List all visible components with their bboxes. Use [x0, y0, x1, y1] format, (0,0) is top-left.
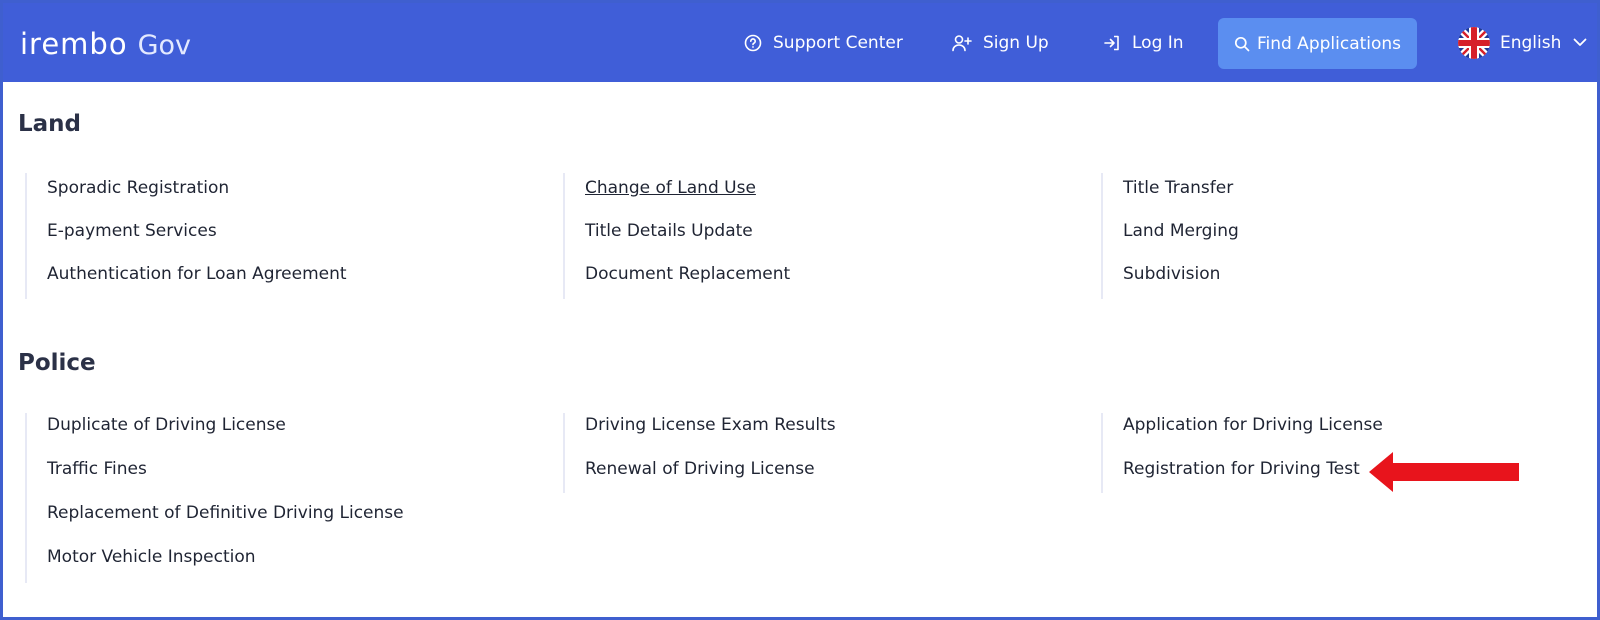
service-link[interactable]: Traffic Fines — [47, 459, 147, 479]
language-label: English — [1500, 32, 1562, 53]
service-link[interactable]: Replacement of Definitive Driving Licens… — [47, 503, 404, 523]
arrow-shape — [1369, 452, 1519, 492]
search-icon — [1234, 36, 1250, 51]
service-link[interactable]: Authentication for Loan Agreement — [47, 264, 347, 284]
find-applications-button[interactable]: Find Applications — [1218, 18, 1417, 69]
irembo-gov-logo[interactable]: irembo Gov — [20, 27, 191, 67]
uk-flag-icon — [1458, 26, 1490, 59]
chevron-down-icon — [1573, 38, 1587, 46]
find-applications-label: Find Applications — [1256, 33, 1402, 54]
land-column-1: Sporadic Registration E-payment Services… — [25, 173, 545, 299]
service-link[interactable]: Motor Vehicle Inspection — [47, 547, 256, 567]
police-column-1: Duplicate of Driving License Traffic Fin… — [25, 413, 545, 583]
service-link[interactable]: E-payment Services — [47, 221, 217, 241]
user-plus-icon — [952, 34, 972, 51]
service-link[interactable]: Title Transfer — [1123, 178, 1233, 198]
sign-up-label: Sign Up — [983, 32, 1049, 53]
log-in-link[interactable]: Log In — [1103, 3, 1184, 82]
service-link[interactable]: Driving License Exam Results — [585, 415, 836, 435]
red-arrow-annotation — [1369, 452, 1519, 492]
service-link[interactable]: Document Replacement — [585, 264, 790, 284]
service-link[interactable]: Sporadic Registration — [47, 178, 229, 198]
language-selector[interactable]: English — [1458, 3, 1587, 82]
land-column-3: Title Transfer Land Merging Subdivision — [1101, 173, 1581, 299]
section-title-land: Land — [18, 111, 82, 137]
support-center-link[interactable]: Support Center — [744, 3, 903, 82]
support-center-label: Support Center — [773, 32, 903, 53]
service-link[interactable]: Subdivision — [1123, 264, 1220, 284]
sign-up-link[interactable]: Sign Up — [952, 3, 1049, 82]
log-in-icon — [1104, 35, 1119, 50]
log-in-label: Log In — [1132, 32, 1184, 53]
service-link[interactable]: Duplicate of Driving License — [47, 415, 286, 435]
logo-brand: irembo — [20, 27, 128, 61]
service-link[interactable]: Application for Driving License — [1123, 415, 1383, 435]
section-title-police: Police — [18, 350, 96, 376]
land-column-2: Change of Land Use Title Details Update … — [563, 173, 1083, 299]
service-link[interactable]: Land Merging — [1123, 221, 1239, 241]
service-link[interactable]: Change of Land Use — [585, 178, 756, 198]
help-circle-icon — [744, 34, 762, 51]
service-link[interactable]: Title Details Update — [585, 221, 753, 241]
logo-sub: Gov — [137, 30, 192, 61]
app-frame: irembo Gov Support Center Sign Up Log In… — [0, 0, 1600, 620]
service-link[interactable]: Renewal of Driving License — [585, 459, 815, 479]
top-navbar: irembo Gov Support Center Sign Up Log In… — [3, 3, 1597, 82]
police-column-2: Driving License Exam Results Renewal of … — [563, 413, 1083, 493]
service-link-registration-driving-test[interactable]: Registration for Driving Test — [1123, 459, 1360, 479]
